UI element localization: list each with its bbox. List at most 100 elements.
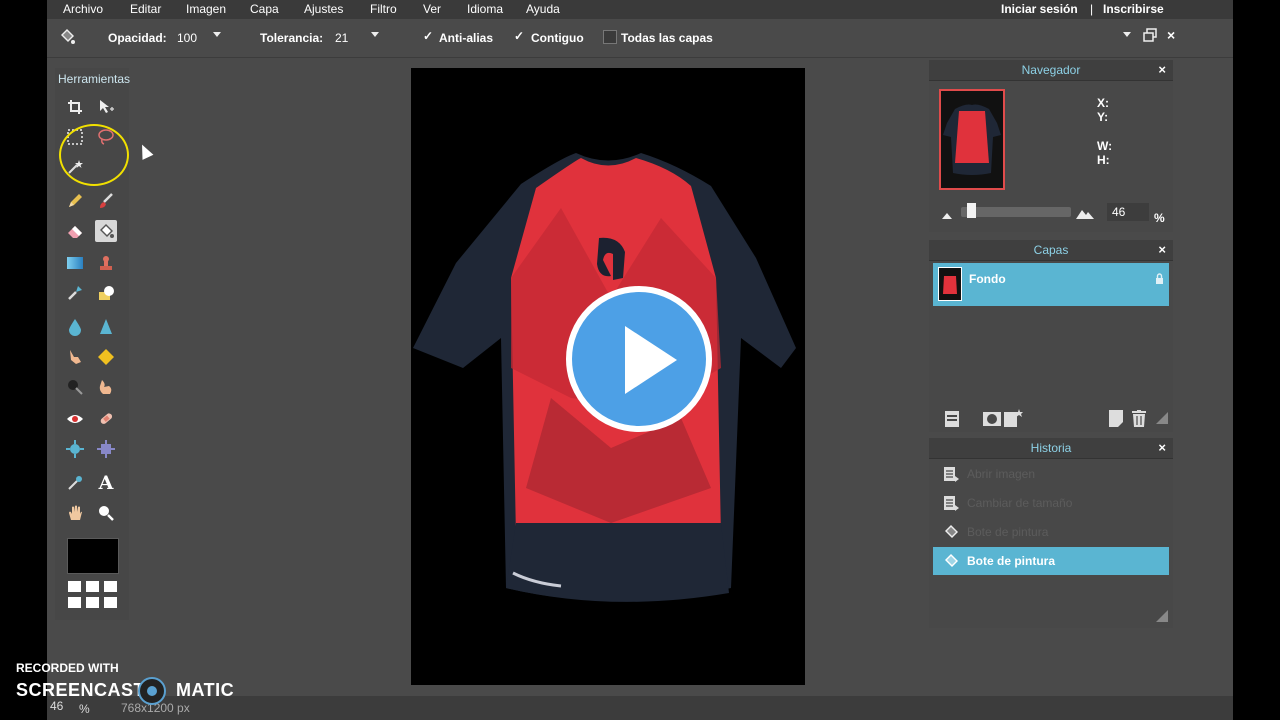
clone-stamp-tool-icon[interactable] (95, 252, 117, 274)
paint-bucket-icon (61, 29, 75, 44)
nav-x-label: X: (1097, 96, 1109, 110)
layers-close-icon[interactable]: × (1158, 240, 1166, 260)
brush-tool-icon[interactable] (95, 190, 117, 212)
zoom-out-icon[interactable] (941, 212, 953, 220)
navigator-close-icon[interactable]: × (1158, 60, 1166, 80)
all-layers-checkbox[interactable] (603, 30, 617, 44)
zoom-unit: % (1154, 211, 1165, 225)
menu-filtro[interactable]: Filtro (370, 2, 397, 16)
color-replace-tool-icon[interactable] (64, 282, 86, 304)
type-tool-icon[interactable]: A (95, 472, 117, 494)
all-layers-label: Todas las capas (621, 31, 713, 45)
history-item-active[interactable]: Bote de pintura (933, 547, 1169, 575)
history-item[interactable]: Cambiar de tamaño (933, 489, 1169, 517)
nav-y-label: Y: (1097, 110, 1109, 124)
toolbar-dropdown-icon[interactable] (1123, 32, 1131, 37)
watermark-screencast: SCREENCAST (16, 680, 146, 700)
history-item[interactable]: Abrir imagen (933, 460, 1169, 488)
red-eye-tool-icon[interactable] (64, 408, 86, 430)
dodge-tool-icon[interactable] (64, 376, 86, 398)
zoom-slider-track[interactable] (961, 207, 1071, 217)
drawing-tool-icon[interactable] (95, 282, 117, 304)
crop-tool-icon[interactable] (64, 96, 86, 118)
opacity-value[interactable]: 100 (177, 31, 197, 45)
eraser-tool-icon[interactable] (64, 220, 86, 242)
navigator-thumbnail[interactable] (939, 89, 1005, 190)
close-window-icon[interactable]: × (1167, 27, 1175, 43)
zoom-slider-knob[interactable] (967, 203, 976, 218)
history-resize-icon[interactable] (1156, 610, 1168, 622)
layer-style-icon[interactable] (1004, 408, 1024, 427)
navigator-header: Navegador × (929, 60, 1173, 81)
contiguous-label: Contiguo (531, 31, 584, 45)
watermark-matic: MATIC (176, 680, 235, 700)
color-picker-tool-icon[interactable] (64, 472, 86, 494)
layer-item[interactable]: Fondo (933, 263, 1169, 306)
screencast-logo-icon (138, 677, 166, 705)
status-zoom-value[interactable]: 46 (50, 699, 63, 713)
menu-ver[interactable]: Ver (423, 2, 441, 16)
nav-w-label: W: (1097, 139, 1113, 153)
layers-resize-icon[interactable] (1156, 412, 1168, 424)
gradient-tool-icon[interactable] (64, 252, 86, 274)
delete-layer-icon[interactable] (1132, 410, 1146, 427)
signup-link[interactable]: Inscribirse (1103, 2, 1164, 16)
history-item-label: Bote de pintura (967, 525, 1049, 539)
zoom-tool-icon[interactable] (95, 502, 117, 524)
view-grid-icon[interactable] (67, 580, 117, 610)
menu-editar[interactable]: Editar (130, 2, 161, 16)
move-tool-icon[interactable] (95, 96, 117, 118)
layer-settings-icon[interactable] (945, 411, 959, 427)
hand-tool-icon[interactable] (64, 502, 86, 524)
pixlr-editor: Archivo Editar Imagen Capa Ajustes Filtr… (47, 0, 1233, 720)
image-canvas[interactable] (411, 68, 805, 685)
burn-tool-icon[interactable] (95, 376, 117, 398)
login-link[interactable]: Iniciar sesión (1001, 2, 1078, 16)
menu-capa[interactable]: Capa (250, 2, 279, 16)
restore-window-icon[interactable] (1143, 28, 1157, 42)
foreground-color-swatch[interactable] (67, 538, 119, 574)
menu-imagen[interactable]: Imagen (186, 2, 226, 16)
history-panel: Historia × Abrir imagen Cambiar de tamañ… (929, 438, 1173, 628)
antialias-label: Anti-alias (439, 31, 494, 45)
auth-separator: | (1090, 2, 1094, 16)
contiguous-checkbox[interactable]: ✓ (513, 30, 525, 42)
sharpen-tool-icon[interactable] (95, 316, 117, 338)
menu-ajustes[interactable]: Ajustes (304, 2, 343, 16)
new-layer-icon[interactable] (1109, 410, 1123, 427)
opacity-dropdown-icon[interactable] (213, 32, 221, 37)
status-zoom-unit: % (79, 702, 90, 716)
history-item[interactable]: Bote de pintura (933, 518, 1169, 546)
tolerance-dropdown-icon[interactable] (371, 32, 379, 37)
bloat-tool-icon[interactable] (64, 438, 86, 460)
layer-mask-icon[interactable] (983, 411, 1001, 427)
pencil-tool-icon[interactable] (64, 190, 86, 212)
zoom-value-input[interactable]: 46 (1107, 203, 1149, 221)
history-close-icon[interactable]: × (1158, 438, 1166, 458)
antialias-checkbox[interactable]: ✓ (422, 30, 434, 42)
history-header: Historia × (929, 438, 1173, 459)
tolerance-value[interactable]: 21 (335, 31, 348, 45)
sponge-tool-icon[interactable] (95, 346, 117, 368)
document-icon (944, 467, 959, 482)
menu-ayuda[interactable]: Ayuda (526, 2, 560, 16)
zoom-in-icon[interactable] (1075, 208, 1095, 220)
tools-panel-title: Herramientas (58, 72, 131, 86)
layer-name: Fondo (969, 272, 1006, 286)
blur-tool-icon[interactable] (64, 316, 86, 338)
menu-idioma[interactable]: Idioma (467, 2, 503, 16)
pinch-tool-icon[interactable] (95, 438, 117, 460)
video-play-button[interactable] (566, 286, 712, 432)
document-icon (944, 496, 959, 511)
smudge-tool-icon[interactable] (64, 346, 86, 368)
watermark-recorded-with: RECORDED WITH (16, 661, 119, 675)
history-item-label: Bote de pintura (967, 554, 1056, 568)
menu-archivo[interactable]: Archivo (63, 2, 103, 16)
paint-bucket-icon (945, 554, 958, 567)
spot-heal-tool-icon[interactable] (95, 408, 117, 430)
layers-panel: Capas × Fondo (929, 240, 1173, 432)
layers-header: Capas × (929, 240, 1173, 261)
play-icon (625, 326, 677, 394)
paint-bucket-tool-icon[interactable] (95, 220, 117, 242)
options-toolbar: Opacidad: 100 Tolerancia: 21 ✓ Anti-alia… (47, 19, 1233, 58)
